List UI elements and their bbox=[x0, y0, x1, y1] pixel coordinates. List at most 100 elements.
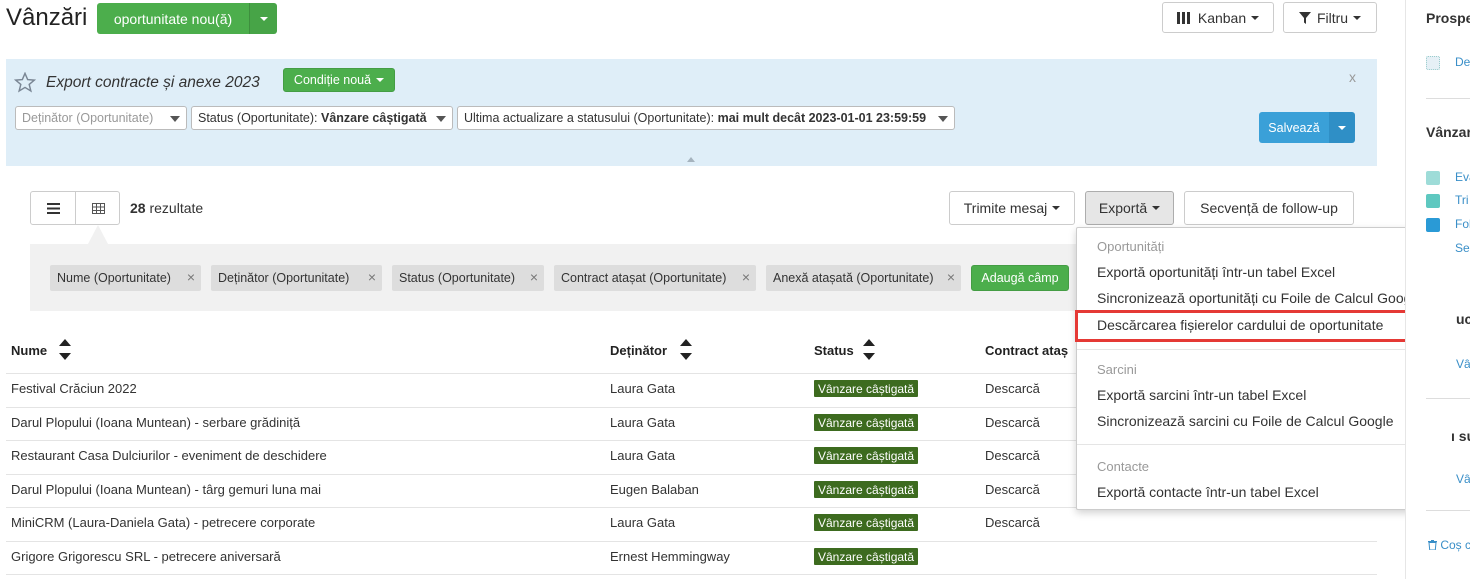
new-opportunity-button-group[interactable]: oportunitate nou(ă) bbox=[97, 3, 277, 34]
status-filter-value: Vânzare câștigată bbox=[321, 111, 427, 125]
filter-panel: Export contracte și anexe 2023 Condiție … bbox=[6, 59, 1377, 166]
table-row-owner: Ernest Hemmingway bbox=[610, 549, 730, 564]
field-chip-owner[interactable]: Deținător (Oportunitate) × bbox=[211, 265, 382, 291]
download-contract-link[interactable]: Descarcă bbox=[985, 381, 1040, 396]
field-chip-status[interactable]: Status (Oportunitate) × bbox=[392, 265, 544, 291]
status-badge: Vânzare câștigată bbox=[814, 447, 919, 464]
new-condition-button[interactable]: Condiție nouă bbox=[283, 68, 395, 92]
menu-item-export-contacts-excel[interactable]: Exportă contacte într-un tabel Excel bbox=[1097, 484, 1319, 500]
new-opportunity-dropdown-toggle[interactable] bbox=[249, 3, 277, 34]
download-contract-link[interactable]: Descarcă bbox=[985, 415, 1040, 430]
status-badge: Vânzare câștigată bbox=[814, 548, 919, 565]
owner-filter-select[interactable]: Deținător (Oportunitate) bbox=[15, 106, 187, 130]
menu-item-sync-opps-sheets[interactable]: Sincronizează oportunități cu Foile de C… bbox=[1097, 290, 1422, 306]
sidebar-trash[interactable]: Coș c bbox=[1428, 538, 1470, 552]
sidebar-item-van1[interactable]: Vân bbox=[1456, 357, 1470, 371]
status-filter-select[interactable]: Status (Oportunitate): Vânzare câștigată bbox=[191, 106, 453, 130]
sidebar-item-fol[interactable]: Fol bbox=[1455, 217, 1470, 231]
view-pointer bbox=[88, 225, 108, 244]
sidebar-item-ser[interactable]: Ser bbox=[1455, 241, 1470, 255]
list-view-icon[interactable] bbox=[47, 203, 60, 214]
owner-filter-placeholder: Deținător (Oportunitate) bbox=[22, 111, 154, 125]
kanban-view-button[interactable]: Kanban bbox=[1162, 2, 1274, 33]
sidebar-item-eva[interactable]: Eva bbox=[1455, 170, 1470, 184]
menu-section-tasks: Sarcini bbox=[1097, 362, 1137, 377]
download-contract-link[interactable]: Descarcă bbox=[985, 515, 1040, 530]
close-filter-icon[interactable]: x bbox=[1349, 69, 1356, 85]
table-row-owner: Eugen Balaban bbox=[610, 482, 699, 497]
sort-icon[interactable] bbox=[59, 337, 71, 363]
save-filter-dropdown-toggle[interactable] bbox=[1329, 112, 1355, 143]
results-label: rezultate bbox=[149, 200, 204, 216]
new-opportunity-button[interactable]: oportunitate nou(ă) bbox=[97, 3, 249, 34]
menu-section-contacts: Contacte bbox=[1097, 459, 1150, 474]
column-header-owner[interactable]: Deținător bbox=[610, 343, 667, 358]
table-row-owner: Laura Gata bbox=[610, 415, 676, 430]
column-header-status[interactable]: Status bbox=[814, 343, 854, 358]
table-row-name[interactable]: Festival Crăciun 2022 bbox=[11, 381, 137, 396]
menu-item-export-opps-excel[interactable]: Exportă oportunități într-un tabel Excel bbox=[1097, 264, 1335, 280]
last-update-filter-value: mai mult decât 2023-01-01 23:59:59 bbox=[717, 111, 927, 125]
chevron-down-icon bbox=[1052, 206, 1061, 210]
chevron-down-icon bbox=[436, 116, 446, 122]
table-row-name[interactable]: MiniCRM (Laura-Daniela Gata) - petrecere… bbox=[11, 515, 315, 530]
export-button[interactable]: Exportă bbox=[1085, 191, 1174, 225]
table-view-icon[interactable] bbox=[92, 203, 105, 214]
sort-icon[interactable] bbox=[680, 337, 692, 363]
status-badge: Vânzare câștigată bbox=[814, 514, 919, 531]
followup-sequence-button[interactable]: Secvență de follow-up bbox=[1184, 191, 1354, 225]
sidebar-section-sales: Vânzar bbox=[1426, 124, 1470, 140]
sidebar-section-prospects: Prospe bbox=[1426, 10, 1470, 26]
star-icon[interactable] bbox=[14, 72, 36, 93]
send-message-label: Trimite mesaj bbox=[963, 200, 1048, 216]
view-toggle bbox=[30, 191, 120, 225]
download-contract-link[interactable]: Descarcă bbox=[985, 482, 1040, 497]
field-chip-annex[interactable]: Anexă atașată (Oportunitate) × bbox=[766, 265, 961, 291]
column-header-contract[interactable]: Contract ataș bbox=[985, 343, 1068, 358]
menu-item-sync-tasks-sheets[interactable]: Sincronizează sarcini cu Foile de Calcul… bbox=[1097, 413, 1393, 429]
remove-field-icon[interactable]: × bbox=[947, 269, 955, 285]
page-title: Vânzări bbox=[6, 4, 88, 31]
chevron-down-icon bbox=[1338, 125, 1346, 130]
filter-button[interactable]: Filtru bbox=[1283, 2, 1377, 33]
menu-item-export-tasks-excel[interactable]: Exportă sarcini într-un tabel Excel bbox=[1097, 387, 1306, 403]
sort-icon[interactable] bbox=[863, 337, 875, 363]
sidebar-item-de[interactable]: De bbox=[1455, 55, 1470, 69]
download-contract-link[interactable]: Descarcă bbox=[985, 448, 1040, 463]
save-filter-button[interactable]: Salvează bbox=[1259, 112, 1329, 143]
right-sidebar: Prospe De Vânzar Eva Tri Fol Ser uc Vân … bbox=[1405, 0, 1470, 579]
field-chip-label: Anexă atașată (Oportunitate) bbox=[773, 271, 934, 285]
table-row-owner: Laura Gata bbox=[610, 448, 676, 463]
field-chip-label: Contract atașat (Oportunitate) bbox=[561, 271, 727, 285]
kanban-icon bbox=[1176, 11, 1190, 24]
status-filter-label: Status (Oportunitate): bbox=[198, 111, 318, 125]
sidebar-section-su: ı su bbox=[1451, 428, 1470, 444]
field-chip-contract[interactable]: Contract atașat (Oportunitate) × bbox=[554, 265, 756, 291]
table-row-owner: Laura Gata bbox=[610, 515, 676, 530]
table-row-name[interactable]: Darul Plopului (Ioana Muntean) - serbare… bbox=[11, 415, 300, 430]
chevron-down-icon bbox=[938, 116, 948, 122]
add-field-button[interactable]: Adaugă câmp bbox=[971, 265, 1069, 291]
filter-label: Filtru bbox=[1316, 9, 1349, 26]
chevron-down-icon bbox=[376, 78, 385, 82]
table-row-name[interactable]: Darul Plopului (Ioana Muntean) - târg ge… bbox=[11, 482, 321, 497]
remove-field-icon[interactable]: × bbox=[187, 269, 195, 285]
column-header-name[interactable]: Nume bbox=[11, 343, 47, 358]
send-message-button[interactable]: Trimite mesaj bbox=[949, 191, 1075, 225]
field-chip-name[interactable]: Nume (Oportunitate) × bbox=[50, 265, 201, 291]
remove-field-icon[interactable]: × bbox=[742, 269, 750, 285]
save-filter-button-group[interactable]: Salvează bbox=[1259, 112, 1355, 143]
remove-field-icon[interactable]: × bbox=[368, 269, 376, 285]
sidebar-item-van2[interactable]: Vân bbox=[1456, 472, 1470, 486]
trash-icon bbox=[1428, 540, 1437, 551]
export-dropdown-menu: Oportunități Exportă oportunități într-u… bbox=[1076, 227, 1454, 510]
table-row-name[interactable]: Restaurant Casa Dulciurilor - eveniment … bbox=[11, 448, 327, 463]
sidebar-square bbox=[1426, 56, 1440, 70]
sidebar-square bbox=[1426, 171, 1440, 185]
last-update-filter-select[interactable]: Ultima actualizare a statusului (Oportun… bbox=[457, 106, 955, 130]
table-row-name[interactable]: Grigore Grigorescu SRL - petrecere anive… bbox=[11, 549, 281, 564]
sidebar-item-tri[interactable]: Tri bbox=[1455, 193, 1469, 207]
kanban-label: Kanban bbox=[1197, 9, 1247, 26]
collapse-panel-icon[interactable] bbox=[687, 157, 695, 162]
remove-field-icon[interactable]: × bbox=[530, 269, 538, 285]
